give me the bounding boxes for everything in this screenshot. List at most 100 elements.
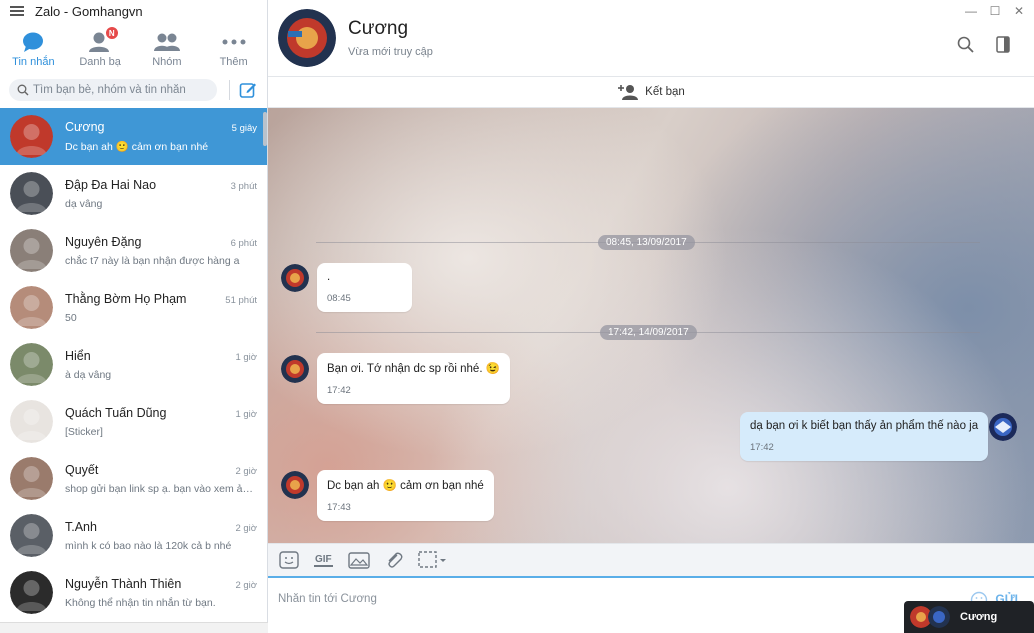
message-bubble[interactable]: . 08:45 xyxy=(317,263,412,312)
contacts-badge: N xyxy=(104,26,119,40)
conversation-name: Nguyên Đặng xyxy=(65,234,142,249)
conversation-time: 3 phút xyxy=(230,180,257,192)
conversation-name: T.Anh xyxy=(65,519,97,534)
message-avatar[interactable] xyxy=(281,264,309,292)
image-button[interactable] xyxy=(347,550,370,570)
conversation-preview: [Sticker] xyxy=(65,425,103,438)
gif-button[interactable]: GIF xyxy=(314,550,333,570)
conversation-item[interactable]: Hiển 1 giờ à dạ vâng xyxy=(0,336,267,393)
conversation-item[interactable]: Quách Tuấn Dũng 1 giờ [Sticker] xyxy=(0,393,267,450)
conversation-item[interactable]: T.Anh 2 giờ mình k có bao nào là 120k cả b… xyxy=(0,507,267,564)
contact-avatar[interactable] xyxy=(278,9,336,67)
compose-icon[interactable] xyxy=(239,81,257,99)
conversation-avatar xyxy=(10,571,53,614)
side-panel-icon[interactable] xyxy=(996,36,1010,53)
conversation-item[interactable]: Thằng Bờm Họ Phạm 51 phút 50 xyxy=(0,279,267,336)
image-icon xyxy=(347,551,370,569)
message-bubble[interactable]: Dc bạn ah 🙂 cảm ơn bạn nhé 17:43 xyxy=(317,470,494,521)
conversation-item[interactable]: Nguyên Đặng 6 phút chắc t7 này là bạn nhận… xyxy=(0,222,267,279)
screenshot-button[interactable] xyxy=(417,550,450,570)
conversation-avatar xyxy=(10,115,53,158)
conversation-time: 51 phút xyxy=(225,294,257,306)
conversation-avatar xyxy=(10,172,53,215)
search-icon xyxy=(17,84,29,96)
gif-label: GIF xyxy=(314,553,333,567)
tab-groups[interactable]: Nhóm xyxy=(134,22,201,72)
nav-tabs: Tin nhắn N Danh bạ Nhóm Thêm xyxy=(0,22,267,72)
conversation-name: Đập Đa Hai Nao xyxy=(65,177,157,192)
taskbar-strip xyxy=(0,622,268,633)
tab-more[interactable]: Thêm xyxy=(200,22,267,72)
conversation-preview: à dạ vâng xyxy=(65,368,112,381)
tab-groups-label: Nhóm xyxy=(152,56,182,68)
my-message-bubble[interactable]: dạ bạn ơi k biết bạn thấy ản phẩm thế nà… xyxy=(740,412,989,461)
notification-popup[interactable]: Cương xyxy=(904,601,1034,633)
conversation-preview: 50 xyxy=(65,311,77,324)
chat-header: Cương Vừa mới truy cập — ☐ ✕ xyxy=(268,0,1034,77)
conversation-name: Nguyễn Thành Thiên xyxy=(65,576,182,591)
conversation-item[interactable]: Đập Đa Hai Nao 3 phút dạ vâng xyxy=(0,165,267,222)
conversation-time: 6 phút xyxy=(230,237,257,249)
conversation-item[interactable]: Nguyễn Thành Thiên 2 giờ Không thể nhận ti… xyxy=(0,564,267,621)
conversation-time: 5 giây xyxy=(231,123,257,134)
conversation-name: Hiển xyxy=(65,348,91,363)
conversation-avatar xyxy=(10,286,53,329)
message-bubble[interactable]: Bạn ơi. Tớ nhận dc sp rồi nhé. 😉 17:42 xyxy=(317,353,511,404)
conversation-name: Quách Tuấn Dũng xyxy=(65,405,167,420)
minimize-icon[interactable]: — xyxy=(964,4,978,18)
search-box[interactable] xyxy=(9,79,217,101)
message-time: 17:42 xyxy=(750,442,774,453)
my-avatar[interactable] xyxy=(989,413,1017,441)
conversation-avatar xyxy=(10,457,53,500)
message-input[interactable] xyxy=(278,593,878,605)
message-time: 17:42 xyxy=(327,385,351,396)
conversation-time: 1 giờ xyxy=(235,351,257,363)
window-controls: — ☐ ✕ xyxy=(964,4,1026,18)
conversation-avatar xyxy=(10,343,53,386)
search-icon[interactable] xyxy=(957,36,974,53)
conversation-avatar xyxy=(10,514,53,557)
conversation-item[interactable]: Cương 5 giây Dc bạn ah 🙂 cảm ơn bạn nhé xyxy=(0,108,267,165)
message-text: Bạn ơi. Tớ nhận dc sp rồi nhé. 😉 xyxy=(327,363,501,375)
conversation-preview: dạ vâng xyxy=(65,197,103,210)
composer-toolbar: GIF xyxy=(268,543,1034,576)
search-input[interactable] xyxy=(33,84,213,96)
chat-panel: Cương Vừa mới truy cập — ☐ ✕ Kết bạn 08:… xyxy=(268,0,1034,633)
message-time: 17:43 xyxy=(327,502,351,513)
conversation-time: 2 giờ xyxy=(235,465,257,477)
message-area: 08:45, 13/09/2017 . 08:45 17:42, 14/09/2… xyxy=(268,108,1034,543)
title-bar: Zalo - Gomhangvn xyxy=(0,0,267,22)
close-icon[interactable]: ✕ xyxy=(1012,4,1026,18)
conversation-preview: mình k có bao nào là 120k cả b nhé xyxy=(65,539,232,552)
attach-button[interactable] xyxy=(385,550,403,570)
tab-messages-label: Tin nhắn xyxy=(12,56,55,68)
tab-contacts[interactable]: N Danh bạ xyxy=(67,22,134,72)
conversation-name: Thằng Bờm Họ Phạm xyxy=(65,291,187,306)
sticker-button[interactable] xyxy=(279,550,299,570)
maximize-icon[interactable]: ☐ xyxy=(988,4,1002,18)
conversation-time: 2 giờ xyxy=(235,579,257,591)
conversation-time: 2 giờ xyxy=(235,522,257,534)
date-separator: 17:42, 14/09/2017 xyxy=(600,325,697,340)
conversation-item[interactable]: Quyết 2 giờ shop gửi bạn link sp ạ. bạn và… xyxy=(0,450,267,507)
message-avatar[interactable] xyxy=(281,471,309,499)
conversation-list: Cương 5 giây Dc bạn ah 🙂 cảm ơn bạn nhé Đập… xyxy=(0,108,267,633)
conversation-preview: chắc t7 này là bạn nhận được hàng a xyxy=(65,254,240,267)
conversation-avatar xyxy=(10,400,53,443)
tab-messages[interactable]: Tin nhắn xyxy=(0,22,67,72)
group-icon xyxy=(153,33,180,51)
screenshot-crop-icon xyxy=(417,551,446,568)
contact-status: Vừa mới truy cập xyxy=(348,46,433,58)
message-avatar[interactable] xyxy=(281,355,309,383)
left-panel: Zalo - Gomhangvn Tin nhắn N Danh bạ Nhóm… xyxy=(0,0,268,633)
add-friend-bar[interactable]: Kết bạn xyxy=(268,77,1034,108)
message-text: . xyxy=(327,271,331,283)
conversation-preview: Không thể nhận tin nhắn từ bạn. xyxy=(65,596,216,609)
conversation-preview: Dc bạn ah 🙂 cảm ơn bạn nhé xyxy=(65,141,209,153)
chat-bubble-icon xyxy=(23,32,44,52)
scrollbar-thumb[interactable] xyxy=(263,112,267,146)
add-friend-label: Kết bạn xyxy=(645,86,685,98)
message-text: dạ bạn ơi k biết bạn thấy ản phẩm thế nà… xyxy=(750,420,979,432)
paperclip-icon xyxy=(387,552,403,568)
hamburger-menu-icon[interactable] xyxy=(10,6,24,16)
